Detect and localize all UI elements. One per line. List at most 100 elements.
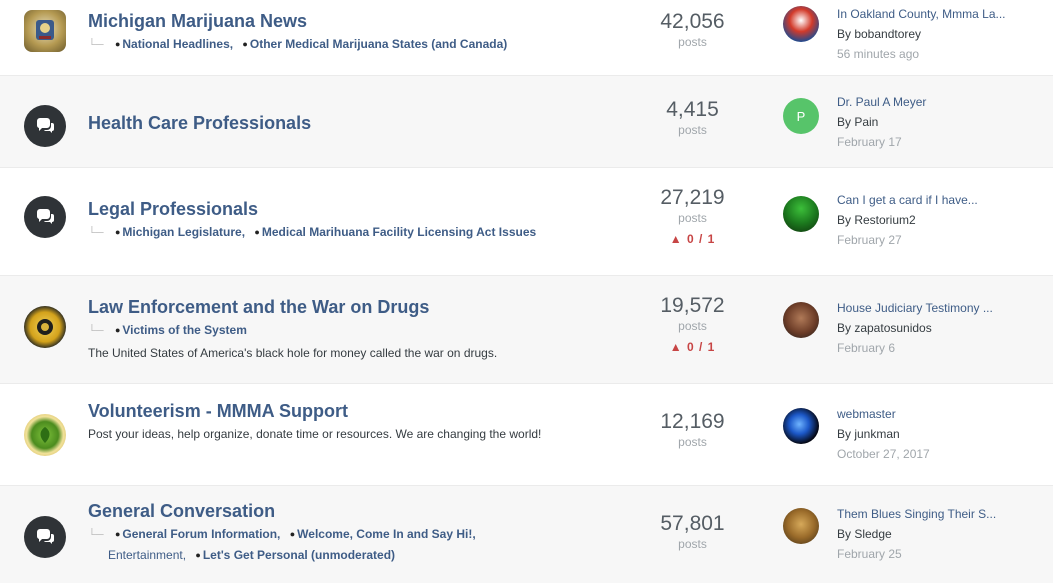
avatar[interactable]	[783, 6, 819, 42]
forum-title[interactable]: Health Care Professionals	[88, 112, 608, 134]
subforum-link[interactable]: General Forum Information,	[122, 527, 280, 541]
subforum-link[interactable]: Michigan Legislature,	[122, 225, 245, 239]
forum-title[interactable]: Legal Professionals	[88, 198, 608, 220]
subforum-link[interactable]: Victims of the System	[122, 323, 247, 337]
tree-branch-icon: └─	[88, 325, 104, 337]
bullet-icon: ●	[289, 529, 296, 539]
subforum-link[interactable]: Let's Get Personal (unmoderated)	[203, 548, 395, 562]
subforum-link[interactable]: National Headlines,	[122, 37, 233, 51]
avatar[interactable]	[783, 302, 819, 338]
forum-description: The United States of America's black hol…	[88, 346, 498, 360]
subforum-list: └─ ● General Forum Information, ● Welcome,…	[88, 524, 548, 566]
subforum-link[interactable]: Other Medical Marijuana States (and Cana…	[250, 37, 507, 51]
forum-row-general-conversation: General Conversation └─ ● General Forum I…	[0, 486, 1053, 583]
moderation-queue[interactable]: ▲ 0 / 1	[640, 232, 745, 246]
warning-triangle-icon: ▲	[669, 340, 683, 354]
last-post-topic[interactable]: House Judiciary Testimony ...	[837, 298, 1037, 318]
bullet-icon: ●	[114, 39, 121, 49]
police-badge-icon[interactable]	[24, 306, 66, 348]
bullet-icon: ●	[114, 529, 121, 539]
last-post: webmaster By junkman October 27, 2017	[837, 404, 1037, 464]
avatar-letter: P	[796, 108, 806, 124]
post-count: 4,415	[666, 98, 719, 121]
post-count: 57,801	[660, 512, 725, 535]
forum-title[interactable]: Michigan Marijuana News	[88, 10, 608, 32]
last-post-topic[interactable]: Dr. Paul A Meyer	[837, 92, 1037, 112]
last-post-date: October 27, 2017	[837, 447, 930, 461]
forum-title[interactable]: Law Enforcement and the War on Drugs	[88, 296, 608, 318]
forum-description: Post your ideas, help organize, donate t…	[88, 427, 542, 441]
moderation-count: 0 / 1	[686, 340, 716, 354]
chat-bubble-icon[interactable]	[24, 516, 66, 558]
chat-bubble-icon[interactable]	[24, 105, 66, 147]
last-post-topic[interactable]: webmaster	[837, 404, 1037, 424]
forum-row-law-enforcement: Law Enforcement and the War on Drugs └─ …	[0, 276, 1053, 384]
forum-main: General Conversation └─ ● General Forum I…	[88, 500, 548, 566]
avatar[interactable]	[783, 196, 819, 232]
last-post: Them Blues Singing Their S... By Sledge …	[837, 504, 1037, 564]
last-post-author[interactable]: By junkman	[837, 424, 1037, 444]
forum-row-michigan-news: Michigan Marijuana News └─ ● National Hea…	[0, 0, 1053, 76]
warning-triangle-icon: ▲	[669, 232, 683, 246]
last-post-author[interactable]: By bobandtorey	[837, 24, 1037, 44]
last-post: In Oakland County, Mmma La... By bobandt…	[837, 4, 1037, 64]
forum-row-legal: Legal Professionals └─ ● Michigan Legisla…	[0, 168, 1053, 276]
forum-title[interactable]: Volunteerism - MMMA Support	[88, 400, 608, 422]
forum-stats: 27,219 posts ▲ 0 / 1	[640, 186, 745, 246]
tree-branch-icon: └─	[88, 529, 104, 541]
posts-label: posts	[678, 537, 707, 551]
last-post: Can I get a card if I have... By Restori…	[837, 190, 1037, 250]
chat-bubble-icon[interactable]	[24, 196, 66, 238]
tree-branch-icon: └─	[88, 227, 104, 239]
last-post-date: 56 minutes ago	[837, 47, 920, 61]
posts-label: posts	[678, 319, 707, 333]
forum-title[interactable]: General Conversation	[88, 500, 548, 522]
post-count: 19,572	[660, 294, 725, 317]
moderation-queue[interactable]: ▲ 0 / 1	[640, 340, 745, 354]
posts-label: posts	[678, 123, 707, 137]
posts-label: posts	[678, 435, 707, 449]
bullet-icon: ●	[242, 39, 248, 49]
forum-list: Michigan Marijuana News └─ ● National Hea…	[0, 0, 1053, 583]
forum-main: Michigan Marijuana News └─ ● National Hea…	[88, 10, 608, 55]
last-post: House Judiciary Testimony ... By zapatos…	[837, 298, 1037, 358]
forum-stats: 19,572 posts ▲ 0 / 1	[640, 294, 745, 354]
forum-main: Volunteerism - MMMA Support Post your id…	[88, 400, 608, 444]
subforum-list: └─ ● Michigan Legislature, ● Medical Marih…	[88, 222, 608, 243]
subforum-list: └─ ● National Headlines, ● Other Medical M…	[88, 34, 608, 55]
forum-row-volunteerism: Volunteerism - MMMA Support Post your id…	[0, 384, 1053, 486]
subforum-link[interactable]: Welcome, Come In and Say Hi!,	[297, 527, 476, 541]
forum-main: Law Enforcement and the War on Drugs └─ …	[88, 296, 608, 363]
forum-row-health-care: Health Care Professionals 4,415 posts P …	[0, 76, 1053, 168]
last-post-topic[interactable]: Them Blues Singing Their S...	[837, 504, 1037, 524]
bullet-icon: ●	[114, 325, 121, 335]
last-post-author[interactable]: By Pain	[837, 112, 1037, 132]
post-count: 27,219	[660, 186, 725, 209]
subforum-link[interactable]: Entertainment,	[108, 548, 186, 562]
subforum-link[interactable]: Medical Marihuana Facility Licensing Act…	[262, 225, 536, 239]
avatar[interactable]	[783, 508, 819, 544]
moderation-count: 0 / 1	[686, 232, 716, 246]
post-count: 42,056	[660, 10, 725, 33]
last-post-date: February 27	[837, 233, 902, 247]
michigan-seal-icon[interactable]	[24, 10, 66, 52]
forum-main: Health Care Professionals	[88, 112, 608, 134]
leaf-seal-icon[interactable]	[24, 414, 66, 456]
forum-stats: 4,415 posts	[640, 98, 745, 138]
subforum-list: └─ ● Victims of the System	[88, 320, 608, 341]
post-count: 12,169	[660, 410, 725, 433]
last-post-date: February 25	[837, 547, 902, 561]
last-post-author[interactable]: By Restorium2	[837, 210, 1037, 230]
posts-label: posts	[678, 35, 707, 49]
tree-branch-icon: └─	[88, 39, 104, 51]
forum-main: Legal Professionals └─ ● Michigan Legisla…	[88, 198, 608, 243]
last-post-topic[interactable]: In Oakland County, Mmma La...	[837, 4, 1037, 24]
bullet-icon: ●	[195, 550, 201, 560]
last-post-author[interactable]: By zapatosunidos	[837, 318, 1037, 338]
last-post-topic[interactable]: Can I get a card if I have...	[837, 190, 1037, 210]
posts-label: posts	[678, 211, 707, 225]
avatar[interactable]: P	[783, 98, 819, 134]
last-post-author[interactable]: By Sledge	[837, 524, 1037, 544]
avatar[interactable]	[783, 408, 819, 444]
last-post: Dr. Paul A Meyer By Pain February 17	[837, 92, 1037, 152]
